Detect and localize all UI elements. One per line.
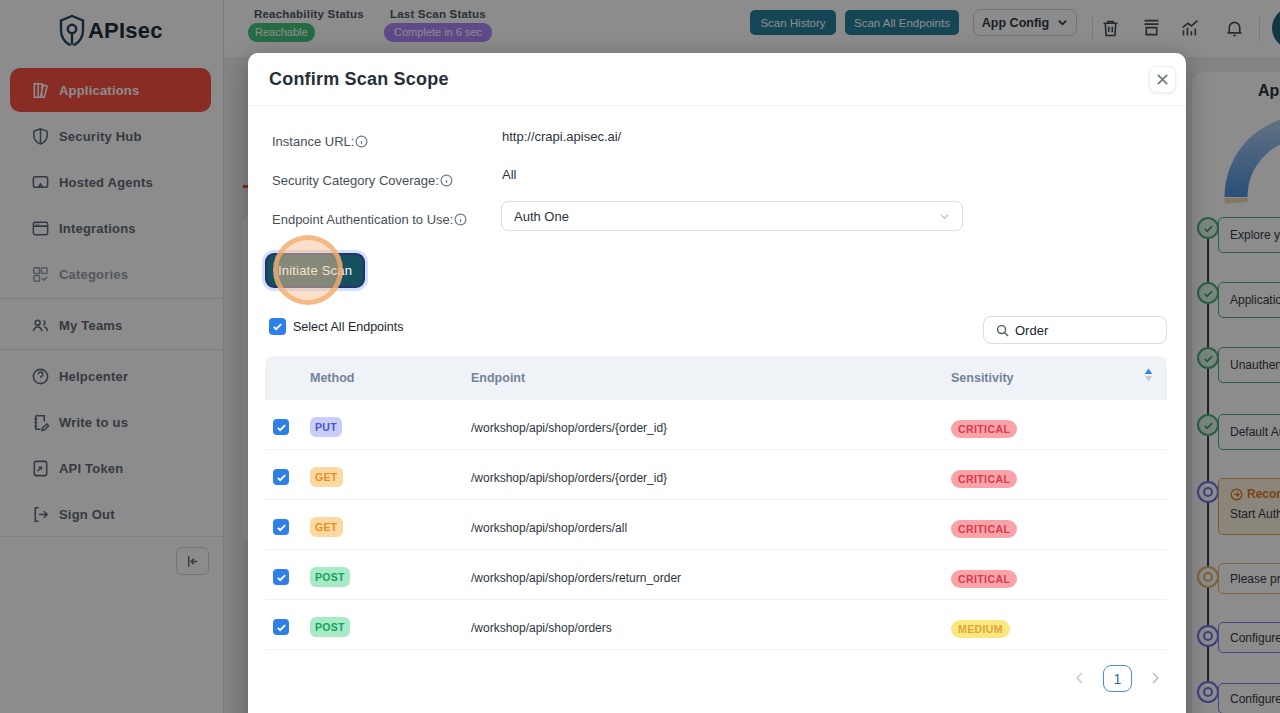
- table-row: GET /workshop/api/shop/orders/{order_id}…: [265, 450, 1167, 500]
- endpoint-search-input[interactable]: Order: [983, 316, 1167, 344]
- sort-icon[interactable]: [1143, 366, 1154, 390]
- previous-page-icon[interactable]: [1073, 671, 1087, 685]
- method-badge: PUT: [310, 417, 342, 437]
- field-label-text: Security Category Coverage:: [272, 173, 439, 188]
- confirm-scan-scope-modal: Confirm Scan Scope Instance URL: http://…: [248, 53, 1186, 713]
- sensitivity-badge: CRITICAL: [951, 570, 1017, 588]
- row-checkbox[interactable]: [273, 619, 289, 635]
- instance-url-label: Instance URL:: [272, 134, 368, 149]
- column-header-endpoint[interactable]: Endpoint: [471, 356, 525, 400]
- select-all-label: Select All Endpoints: [293, 320, 404, 334]
- select-all-row: Select All Endpoints: [269, 318, 404, 335]
- table-header: Method Endpoint Sensitivity: [265, 356, 1167, 400]
- page-number[interactable]: 1: [1103, 665, 1132, 692]
- coverage-label: Security Category Coverage:: [272, 173, 453, 188]
- instance-url-value: http://crapi.apisec.ai/: [502, 129, 621, 144]
- column-header-method[interactable]: Method: [310, 356, 354, 400]
- method-badge: POST: [310, 617, 350, 637]
- auth-select-value: Auth One: [514, 209, 569, 224]
- table-row: PUT /workshop/api/shop/orders/{order_id}…: [265, 400, 1167, 450]
- search-icon: [996, 324, 1009, 337]
- pagination: 1: [248, 653, 1186, 713]
- field-label-text: Instance URL:: [272, 134, 354, 149]
- method-badge: GET: [310, 467, 343, 487]
- endpoint-path: /workshop/api/shop/orders/return_order: [471, 571, 681, 585]
- row-checkbox[interactable]: [273, 519, 289, 535]
- sensitivity-badge: CRITICAL: [951, 470, 1017, 488]
- check-icon: [276, 572, 287, 583]
- endpoint-path: /workshop/api/shop/orders/{order_id}: [471, 471, 667, 485]
- check-icon: [276, 522, 287, 533]
- endpoints-table: Method Endpoint Sensitivity PUT /worksho…: [265, 356, 1167, 650]
- method-badge: GET: [310, 517, 343, 537]
- search-input-value: Order: [1015, 323, 1048, 338]
- check-icon: [276, 472, 287, 483]
- table-row: POST /workshop/api/shop/orders MEDIUM: [265, 600, 1167, 650]
- table-row: POST /workshop/api/shop/orders/return_or…: [265, 550, 1167, 600]
- field-label-text: Endpoint Authentication to Use:: [272, 212, 453, 227]
- info-icon[interactable]: [454, 213, 467, 226]
- screen: Reachability Status Reachable Last Scan …: [0, 0, 1280, 713]
- row-checkbox[interactable]: [273, 419, 289, 435]
- endpoint-path: /workshop/api/shop/orders/all: [471, 521, 627, 535]
- click-indicator: [273, 235, 343, 305]
- close-icon: [1156, 73, 1169, 86]
- table-row: GET /workshop/api/shop/orders/all CRITIC…: [265, 500, 1167, 550]
- row-checkbox[interactable]: [273, 469, 289, 485]
- coverage-value: All: [502, 167, 516, 182]
- endpoint-path: /workshop/api/shop/orders/{order_id}: [471, 421, 667, 435]
- column-header-sensitivity[interactable]: Sensitivity: [951, 356, 1014, 400]
- select-all-checkbox[interactable]: [269, 318, 286, 335]
- check-icon: [276, 622, 287, 633]
- info-icon[interactable]: [440, 174, 453, 187]
- sensitivity-badge: CRITICAL: [951, 520, 1017, 538]
- endpoint-path: /workshop/api/shop/orders: [471, 621, 612, 635]
- method-badge: POST: [310, 567, 350, 587]
- check-icon: [272, 321, 283, 332]
- info-icon[interactable]: [355, 135, 368, 148]
- modal-close-button[interactable]: [1149, 66, 1176, 93]
- modal-title: Confirm Scan Scope: [269, 69, 449, 90]
- check-icon: [276, 422, 287, 433]
- modal-header-divider: [248, 105, 1186, 106]
- sensitivity-badge: CRITICAL: [951, 420, 1017, 438]
- endpoint-auth-label: Endpoint Authentication to Use:: [272, 212, 467, 227]
- chevron-down-icon: [939, 211, 950, 222]
- auth-select[interactable]: Auth One: [501, 201, 963, 231]
- sensitivity-badge: MEDIUM: [951, 620, 1010, 638]
- row-checkbox[interactable]: [273, 569, 289, 585]
- next-page-icon[interactable]: [1148, 671, 1162, 685]
- modal-header: Confirm Scan Scope: [248, 53, 1186, 106]
